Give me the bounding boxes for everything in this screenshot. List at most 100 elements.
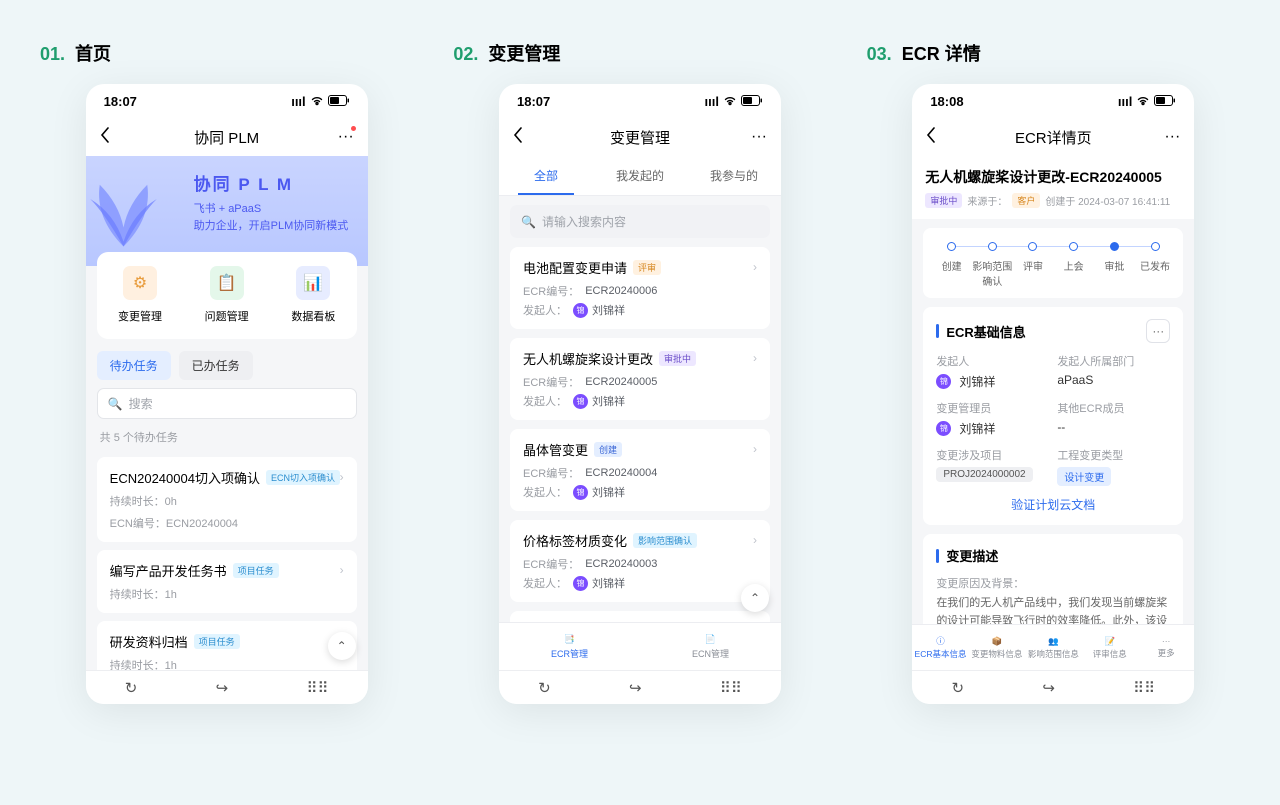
wifi-icon <box>310 94 324 109</box>
detail-header: 无人机螺旋桨设计更改-ECR20240005审批中来源于：客户创建于 2024-… <box>912 156 1194 219</box>
card-row: ECR编号：ECR20240006 <box>523 283 757 299</box>
nav-bar: ECR详情页··· <box>912 118 1194 156</box>
refresh-icon[interactable]: ↻ <box>538 679 551 697</box>
detail-tabs: ⓘECR基本信息📦变更物料信息👥影响范围信息📝评审信息···更多 <box>912 624 1194 670</box>
chevron-right-icon: › <box>753 351 757 365</box>
detail-tab[interactable]: 📝评审信息 <box>1082 625 1138 670</box>
task-card[interactable]: 编写产品开发任务书项目任务持续时长：1h› <box>97 550 357 613</box>
status-indicators: ıııl <box>705 94 763 109</box>
chevron-right-icon: › <box>340 470 344 484</box>
ecr-card[interactable]: 晶体管变更创建ECR编号：ECR20240004发起人：锦刘锦祥› <box>510 429 770 511</box>
task-card[interactable]: 研发资料归档项目任务持续时长：1h› <box>97 621 357 670</box>
grid-icon[interactable]: ⠿⠿ <box>307 679 329 697</box>
column-title: 03.ECR 详情 <box>867 40 1240 66</box>
more-button[interactable]: ··· <box>338 128 354 146</box>
task-tab[interactable]: 已办任务 <box>179 351 253 380</box>
share-icon[interactable]: ↪ <box>1042 679 1055 697</box>
tab-icon: 📦 <box>992 636 1003 647</box>
card-row: 发起人：锦刘锦祥 <box>523 393 757 409</box>
desc-label: 变更原因及背景： <box>936 575 1170 591</box>
filter-tabs: 全部我发起的我参与的 <box>499 156 781 196</box>
card-title: 价格标签材质变化 <box>523 531 627 550</box>
task-tag: 项目任务 <box>233 563 279 578</box>
share-icon[interactable]: ↪ <box>216 679 229 697</box>
task-count: 共 5 个待办任务 <box>86 425 368 449</box>
back-button[interactable] <box>100 127 120 148</box>
column-title: 02.变更管理 <box>453 40 826 66</box>
info-field: 发起人锦刘锦祥 <box>936 353 1049 390</box>
search-input[interactable]: 🔍 请输入搜索内容 <box>510 205 770 238</box>
content: 协同 P L M飞书 + aPaaS助力企业，开启PLM协同新模式⚙变更管理📋问… <box>86 156 368 670</box>
bottom-tab[interactable]: 📑ECR管理 <box>499 623 640 670</box>
desc-text: 在我们的无人机产品线中，我们发现当前螺旋桨的设计可能导致飞行时的效率降低。此外，… <box>936 595 1170 624</box>
field-value: PROJ2024000002 <box>936 467 1049 482</box>
refresh-icon[interactable]: ↻ <box>951 679 964 697</box>
back-button[interactable] <box>926 127 946 148</box>
column: 03.ECR 详情18:08ııılECR详情页···无人机螺旋桨设计更改-EC… <box>867 40 1240 704</box>
nav-title: 变更管理 <box>499 127 781 148</box>
chevron-right-icon: › <box>753 533 757 547</box>
bottom-tabs: 📑ECR管理 📄 ECN管理 <box>499 622 781 670</box>
tab-icon: 📑 <box>564 634 575 645</box>
more-button[interactable]: ··· <box>751 128 767 146</box>
info-field: 其他ECR成员-- <box>1057 400 1170 437</box>
doc-link[interactable]: 验证计划云文档 <box>936 486 1170 513</box>
status-tag: 影响范围确认 <box>633 533 697 548</box>
search-input[interactable]: 🔍搜索 <box>97 388 357 419</box>
search-placeholder: 请输入搜索内容 <box>542 213 626 230</box>
tab-label: ECN管理 <box>692 647 729 660</box>
detail-tab[interactable]: ⓘECR基本信息 <box>912 625 968 670</box>
tab-icon: ⓘ <box>936 635 945 647</box>
task-title: ECN20240004切入项确认 <box>110 468 260 487</box>
detail-meta: 审批中来源于：客户创建于 2024-03-07 16:41:11 <box>925 193 1181 208</box>
grid-icon[interactable]: ⠿⠿ <box>1133 679 1155 697</box>
ecr-card[interactable]: SUN车灯调整已发布ECR编号：ECR20240002发起人：锦刘锦祥› <box>510 611 770 622</box>
task-tab[interactable]: 待办任务 <box>97 351 171 380</box>
wifi-icon <box>723 94 737 109</box>
share-icon[interactable]: ↪ <box>629 679 642 697</box>
stage-bar: 创建影响范围确认评审上会审批已发布 <box>923 228 1183 298</box>
refresh-icon[interactable]: ↻ <box>125 679 138 697</box>
stage: 创建 <box>931 242 972 288</box>
ecr-card[interactable]: 电池配置变更申请评审ECR编号：ECR20240006发起人：锦刘锦祥› <box>510 247 770 329</box>
chevron-right-icon: › <box>340 563 344 577</box>
scroll-top-button[interactable]: ⌃ <box>328 632 356 660</box>
detail-tab[interactable]: ···更多 <box>1138 625 1194 670</box>
grid-icon[interactable]: ⠿⠿ <box>720 679 742 697</box>
task-title: 编写产品开发任务书 <box>110 561 227 580</box>
status-indicators: ıııl <box>1118 94 1176 109</box>
bottom-tab[interactable]: 📄 ECN管理 <box>640 623 781 670</box>
ecr-card[interactable]: 价格标签材质变化影响范围确认ECR编号：ECR20240003发起人：锦刘锦祥› <box>510 520 770 602</box>
quick-action[interactable]: ⚙变更管理 <box>97 266 184 325</box>
filter-tab[interactable]: 我参与的 <box>687 156 781 195</box>
nav-title: 协同 PLM <box>86 127 368 148</box>
card-title: 无人机螺旋桨设计更改 <box>523 349 653 368</box>
task-card[interactable]: ECN20240004切入项确认ECN切入项确认持续时长：0hECN编号：ECN… <box>97 457 357 542</box>
time: 18:07 <box>104 94 137 109</box>
more-button[interactable]: ··· <box>1164 128 1180 146</box>
quick-action[interactable]: 📊数据看板 <box>270 266 357 325</box>
task-tabs: 待办任务已办任务 <box>86 339 368 388</box>
detail-tab[interactable]: 📦变更物料信息 <box>969 625 1025 670</box>
detail-tab[interactable]: 👥影响范围信息 <box>1025 625 1081 670</box>
search-icon: 🔍 <box>521 215 536 229</box>
quick-action[interactable]: 📋问题管理 <box>183 266 270 325</box>
status-tag: 评审 <box>633 260 661 275</box>
scroll-top-button[interactable]: ⌃ <box>741 584 769 612</box>
stage: 影响范围确认 <box>972 242 1013 288</box>
avatar: 锦 <box>573 576 588 591</box>
signal-icon: ıııl <box>1118 94 1132 109</box>
tab-icon: 📄 <box>705 634 716 645</box>
phone-screen-home: 18:07ıııl协同 PLM···协同 P L M飞书 + aPaaS助力企业… <box>86 84 368 704</box>
back-button[interactable] <box>513 127 533 148</box>
ecr-card[interactable]: 无人机螺旋桨设计更改审批中ECR编号：ECR20240005发起人：锦刘锦祥› <box>510 338 770 420</box>
filter-tab[interactable]: 全部 <box>499 156 593 195</box>
column: 01.首页18:07ıııl协同 PLM···协同 P L M飞书 + aPaa… <box>40 40 413 704</box>
notification-dot <box>351 126 356 131</box>
card-title-row: 无人机螺旋桨设计更改审批中 <box>523 349 757 368</box>
section-more-button[interactable]: ··· <box>1146 319 1170 343</box>
filter-tab[interactable]: 我发起的 <box>593 156 687 195</box>
status-tag: 创建 <box>594 442 622 457</box>
battery-icon <box>328 94 350 109</box>
column: 02.变更管理18:07ıııl变更管理···全部我发起的我参与的🔍请输入搜索内… <box>453 40 826 704</box>
